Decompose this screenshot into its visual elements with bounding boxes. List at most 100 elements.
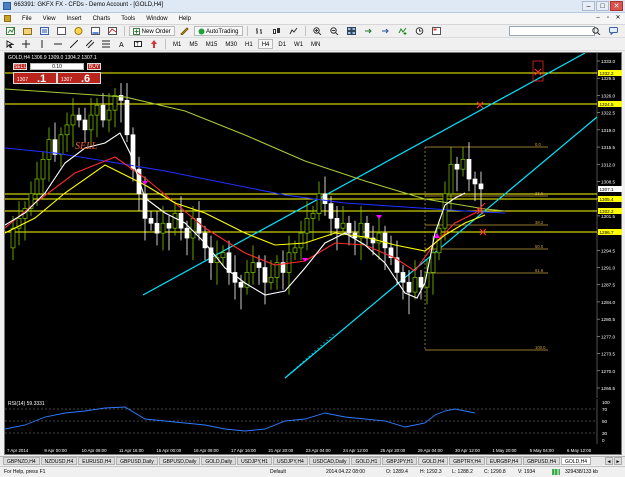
buy-price-button[interactable]: 1307 .6 xyxy=(57,72,101,85)
text-icon[interactable]: A xyxy=(115,39,129,49)
menu-insert[interactable]: Insert xyxy=(67,16,82,22)
new-order-button[interactable]: New Order xyxy=(129,26,175,36)
timeframe-mn[interactable]: MN xyxy=(308,39,323,49)
menu-tools[interactable]: Tools xyxy=(121,16,135,22)
chart-tab[interactable]: GBPTRY,H4 xyxy=(449,457,485,465)
price-axis-label: 1270.0 xyxy=(601,369,615,374)
mdi-minimize-button[interactable]: – xyxy=(594,15,602,22)
chart-tab[interactable]: GBPUSD,Daily xyxy=(158,457,201,465)
timeframe-m30[interactable]: M30 xyxy=(222,39,240,49)
buy-button[interactable]: BUY xyxy=(87,63,101,70)
chart-tab[interactable]: EURUSD,H4 xyxy=(78,457,116,465)
chart-tab[interactable]: GOLD,Daily xyxy=(201,457,237,465)
trendline-icon[interactable] xyxy=(67,39,81,49)
price-axis-label: 1301.5 xyxy=(601,214,615,219)
navigator-icon[interactable] xyxy=(71,26,86,36)
chart-tab[interactable]: GBPUSD,H4 xyxy=(523,457,561,465)
timeframe-d1[interactable]: D1 xyxy=(275,39,289,49)
date-axis-label: 10 Apr 08:00 xyxy=(82,448,107,453)
profiles-icon[interactable] xyxy=(20,26,35,36)
chart-tab[interactable]: EURGBP,H4 xyxy=(485,457,523,465)
candle-body xyxy=(448,163,454,195)
chart-tab[interactable]: GBPUSD,Daily xyxy=(116,457,158,465)
price-axis-label: 1312.0 xyxy=(601,162,615,167)
sell-price-button[interactable]: 1307 .1 xyxy=(13,72,57,85)
chart-tab[interactable]: NZDUSD,H4 xyxy=(40,457,78,465)
candlestick-icon[interactable] xyxy=(269,26,284,36)
periods-icon[interactable] xyxy=(412,26,427,36)
templates-icon[interactable] xyxy=(429,26,444,36)
menu-view[interactable]: View xyxy=(43,16,56,22)
tab-scroll-left-button[interactable]: ◄ xyxy=(605,457,613,465)
chart-tab[interactable]: GBPNZD,H4 xyxy=(3,457,40,465)
chart-tab[interactable]: GOLD,H1 xyxy=(351,457,382,465)
maximize-button[interactable]: □ xyxy=(596,1,609,11)
menu-window[interactable]: Window xyxy=(146,16,167,22)
chart-tab[interactable]: USDCAD,Daily xyxy=(308,457,351,465)
price-chart[interactable]: 1333.0 1329.5 1326.0 1322.5 1319.0 1315.5 1312… xyxy=(5,53,623,398)
timeframe-w1[interactable]: W1 xyxy=(291,39,306,49)
lot-size-input[interactable]: 0.10 xyxy=(30,63,84,70)
tile-windows-icon[interactable] xyxy=(344,26,359,36)
autotrading-button[interactable]: AutoTrading xyxy=(193,26,243,36)
fibonacci-icon[interactable] xyxy=(99,39,113,49)
timeframe-m5[interactable]: M5 xyxy=(186,39,200,49)
cursor-icon[interactable] xyxy=(3,39,17,49)
tab-scroll-right-button[interactable]: ► xyxy=(614,457,622,465)
zoom-in-icon[interactable] xyxy=(310,26,325,36)
menu-help[interactable]: Help xyxy=(179,16,191,22)
horizontal-line-icon[interactable] xyxy=(51,39,65,49)
crosshair-icon[interactable] xyxy=(19,39,33,49)
autoscroll-icon[interactable] xyxy=(378,26,393,36)
indicators-icon[interactable] xyxy=(395,26,410,36)
rsi-level-label: 30 xyxy=(602,431,608,436)
timeframe-h4[interactable]: H4 xyxy=(257,39,274,49)
date-axis-label: 25 Apr 20:00 xyxy=(380,448,405,453)
chart-tab[interactable]: USDJPY,H4 xyxy=(272,457,308,465)
candle-body xyxy=(460,158,466,170)
data-window-icon[interactable] xyxy=(54,26,69,36)
search-input[interactable] xyxy=(509,26,595,36)
mdi-close-button[interactable]: ✕ xyxy=(614,15,622,22)
app-icon xyxy=(3,2,11,10)
bar-chart-icon[interactable] xyxy=(252,26,267,36)
timeframe-m1[interactable]: M1 xyxy=(170,39,184,49)
strategy-tester-icon[interactable] xyxy=(105,26,120,36)
sell-button[interactable]: SELL xyxy=(13,63,27,70)
moving-average-red xyxy=(5,156,486,272)
equidistant-channel-icon[interactable] xyxy=(83,39,97,49)
candle-body xyxy=(130,134,136,170)
price-tag-label: 1302.2 xyxy=(600,209,614,214)
chat-icon[interactable] xyxy=(606,26,621,36)
market-watch-icon[interactable] xyxy=(37,26,52,36)
search-icon[interactable] xyxy=(589,26,604,36)
candle-body xyxy=(64,124,70,136)
chart-window-icon[interactable] xyxy=(4,15,11,22)
text-label-icon[interactable]: T xyxy=(131,39,145,49)
chart-tab[interactable]: GOLD,H4 xyxy=(561,457,591,465)
metaeditor-icon[interactable] xyxy=(177,26,192,36)
chart-tab[interactable]: USDJPY,H1 xyxy=(237,457,272,465)
close-button[interactable]: ✕ xyxy=(610,1,623,11)
minimize-button[interactable]: – xyxy=(582,1,595,11)
menu-charts[interactable]: Charts xyxy=(93,16,111,22)
chart-window[interactable]: 1333.0 1329.5 1326.0 1322.5 1319.0 1315.5 1312… xyxy=(4,52,622,455)
timeframe-h1[interactable]: H1 xyxy=(242,39,256,49)
candle-body xyxy=(256,262,262,268)
timeframe-m15[interactable]: M15 xyxy=(203,39,221,49)
line-chart-icon[interactable] xyxy=(286,26,301,36)
terminal-icon[interactable] xyxy=(88,26,103,36)
arrows-icon[interactable] xyxy=(147,39,161,49)
chart-tab[interactable]: GBPJPY,H1 xyxy=(382,457,418,465)
chart-shift-icon[interactable] xyxy=(361,26,376,36)
price-axis-label: 1326.0 xyxy=(601,93,615,98)
new-chart-icon[interactable] xyxy=(3,26,18,36)
status-close: C: 1290.8 xyxy=(484,469,506,475)
menu-file[interactable]: File xyxy=(22,16,32,22)
mdi-restore-button[interactable]: ▫ xyxy=(604,15,612,22)
candle-body xyxy=(124,99,130,136)
chart-tab[interactable]: GOLD,H4 xyxy=(418,457,449,465)
vertical-line-icon[interactable] xyxy=(35,39,49,49)
zoom-out-icon[interactable] xyxy=(327,26,342,36)
rsi-indicator-window[interactable]: 70 50 30 100 0 xyxy=(5,399,623,444)
